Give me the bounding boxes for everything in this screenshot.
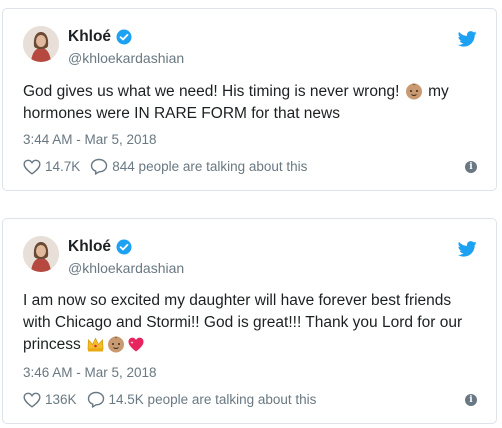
- avatar[interactable]: [23, 236, 59, 272]
- tweet-actions: 136K 14.5K people are talking about this: [23, 391, 326, 408]
- avatar[interactable]: [23, 26, 59, 62]
- speech-bubble-icon: [91, 158, 108, 175]
- tweet-text: I am now so excited my daughter will hav…: [23, 290, 483, 356]
- talking-count: 844 people are talking about this: [112, 159, 308, 174]
- twitter-bird-icon[interactable]: [458, 241, 477, 257]
- timestamp-link[interactable]: 3:44 AM - Mar 5, 2018: [23, 132, 157, 147]
- baby-face-emoji: [108, 336, 125, 353]
- display-name-text[interactable]: Khloé: [68, 28, 111, 46]
- display-name[interactable]: Khloé: [68, 238, 132, 256]
- reply-button[interactable]: 844 people are talking about this: [90, 158, 307, 175]
- display-name-text[interactable]: Khloé: [68, 238, 111, 256]
- verified-badge-icon: [116, 239, 132, 255]
- like-count: 136K: [45, 392, 77, 407]
- talking-count: 14.5K people are talking about this: [108, 392, 317, 407]
- like-button[interactable]: 136K: [23, 392, 77, 408]
- sparkling-heart-emoji: [128, 337, 144, 352]
- baby-face-emoji: [405, 83, 422, 100]
- display-name[interactable]: Khloé: [68, 28, 132, 46]
- timestamp-link[interactable]: 3:46 AM - Mar 5, 2018: [23, 365, 157, 380]
- reply-button[interactable]: 14.5K people are talking about this: [87, 391, 317, 408]
- tweet-text-part: God gives us what we need! His timing is…: [23, 83, 400, 100]
- crown-emoji: [87, 337, 104, 352]
- tweet-text: God gives us what we need! His timing is…: [23, 81, 483, 125]
- twitter-bird-icon[interactable]: [458, 31, 477, 47]
- handle[interactable]: @khloekardashian: [68, 260, 184, 276]
- info-icon[interactable]: i: [465, 161, 477, 173]
- heart-outline-icon: [23, 392, 41, 408]
- speech-bubble-icon: [87, 391, 104, 408]
- tweet-card[interactable]: Khloé @khloekardashian God gives us what…: [2, 8, 497, 191]
- like-button[interactable]: 14.7K: [23, 159, 80, 175]
- tweet-actions: 14.7K 844 people are talking about this: [23, 158, 317, 175]
- tweet-card[interactable]: Khloé @khloekardashian I am now so excit…: [2, 218, 497, 424]
- handle[interactable]: @khloekardashian: [68, 50, 184, 66]
- like-count: 14.7K: [45, 159, 81, 174]
- heart-outline-icon: [23, 159, 41, 175]
- info-icon[interactable]: i: [465, 394, 477, 406]
- verified-badge-icon: [116, 29, 132, 45]
